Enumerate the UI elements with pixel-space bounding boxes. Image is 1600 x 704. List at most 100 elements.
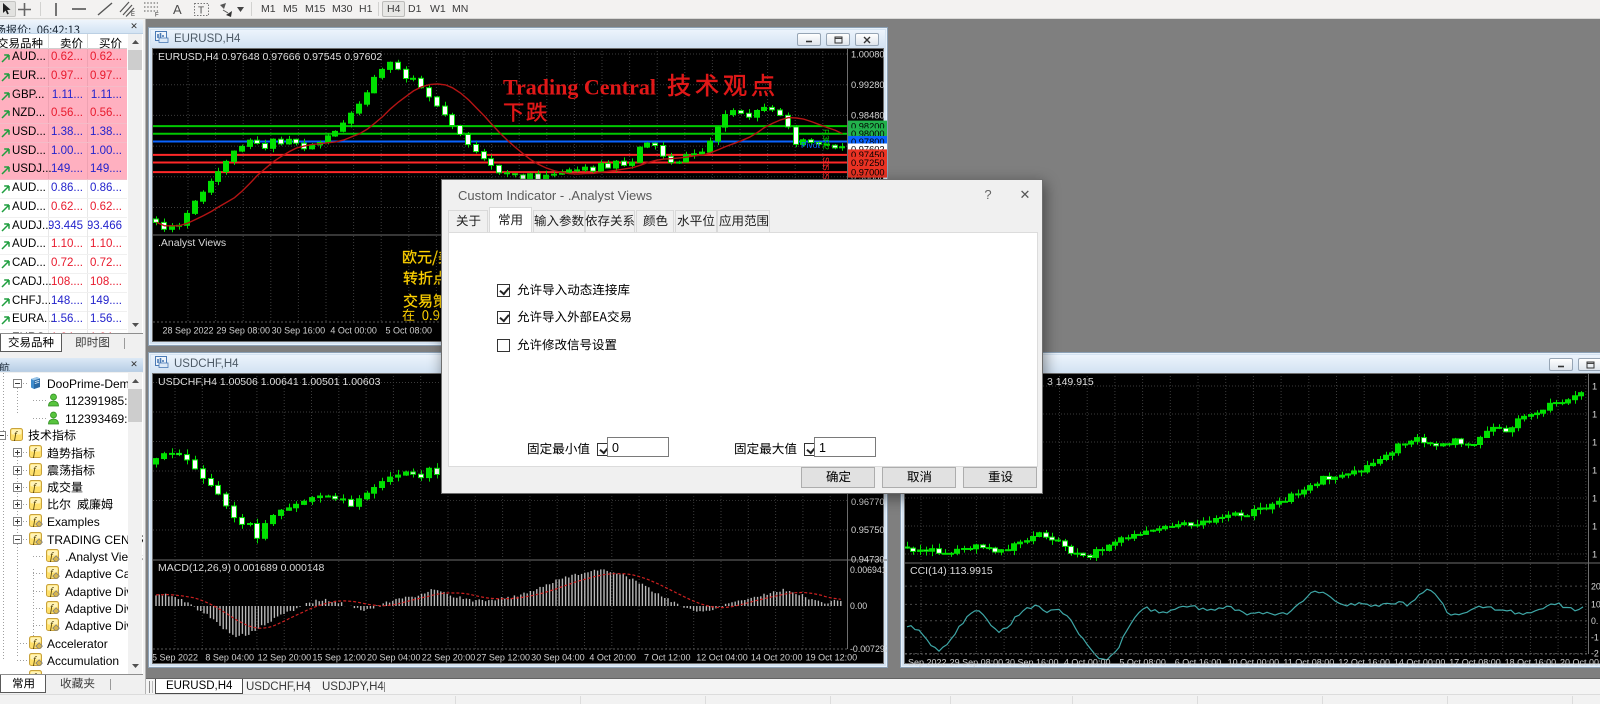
navigator-item-adaptive-div[interactable]: fAdaptive Div	[0, 600, 127, 617]
dialog-tab-colors[interactable]	[636, 210, 674, 232]
navigator-item-adaptive-div[interactable]: fAdaptive Div	[0, 617, 127, 634]
chart-tab-usdchf[interactable]: USDCHF,H4	[236, 679, 321, 694]
fixed-maximum-input[interactable]	[814, 437, 876, 457]
window-eurusd-titlebar[interactable]: EURUSD,H4	[151, 30, 885, 48]
dialog-tab-levels[interactable]	[675, 210, 717, 232]
timeframe-d1[interactable]: D1	[404, 1, 425, 17]
market-watch-row[interactable]: CADJ... 108.... 108....	[0, 274, 127, 293]
scrollbar-thumb[interactable]	[128, 389, 142, 422]
tab-favorites[interactable]	[50, 675, 104, 693]
scroll-up-icon[interactable]	[128, 34, 142, 50]
checkbox-allow-external-experts[interactable]	[497, 311, 510, 324]
market-watch-row[interactable]: CAD... 0.72... 0.72...	[0, 255, 127, 274]
navigator-scrollbar[interactable]	[128, 373, 142, 674]
tree-plus-icon[interactable]	[13, 483, 22, 492]
market-watch-row[interactable]: EUR... 0.97... 0.97...	[0, 68, 127, 87]
navigator-item-技术指标[interactable]: f	[0, 427, 127, 444]
tree-minus-icon[interactable]	[13, 535, 22, 544]
navigator-close-icon[interactable]: ✕	[129, 359, 139, 370]
arrows-tool-icon[interactable]	[216, 1, 236, 17]
timeframe-m30[interactable]: M30	[328, 1, 356, 17]
market-watch-close-icon[interactable]: ✕	[129, 21, 139, 32]
navigator-item-accelerator[interactable]: fAccelerator	[0, 635, 127, 652]
text-label-tool-icon[interactable]: T	[191, 1, 211, 17]
market-watch-row[interactable]: USDJ... 149.... 149....	[0, 161, 127, 180]
market-watch-header[interactable]: ✕	[0, 20, 143, 34]
market-watch-row[interactable]: EURA... 1.56... 1.56...	[0, 311, 127, 330]
tree-minus-icon[interactable]	[0, 431, 6, 440]
tree-plus-icon[interactable]	[13, 500, 22, 509]
window-close-button[interactable]	[855, 33, 879, 46]
text-tool-icon[interactable]: A	[168, 1, 188, 17]
vertical-line-tool-icon[interactable]	[46, 1, 66, 17]
market-watch-row[interactable]: AUDJ... 93.445 93.466	[0, 218, 127, 237]
reset-button[interactable]	[963, 467, 1037, 488]
window-restore-button[interactable]	[826, 33, 850, 46]
dialog-tab-about[interactable]	[448, 210, 488, 232]
market-watch-row[interactable]: AUD... 0.62... 0.62...	[0, 49, 127, 68]
timeframe-h4[interactable]: H4	[382, 1, 405, 17]
tab-symbols[interactable]	[0, 334, 62, 352]
window-minimize-button[interactable]	[1549, 358, 1573, 371]
navigator-item-examples[interactable]: fExamples	[0, 513, 127, 530]
dialog-tab-visualization[interactable]	[717, 210, 770, 232]
timeframe-m5[interactable]: M5	[279, 1, 302, 17]
navigator-item-成交量[interactable]: f	[0, 479, 127, 496]
horizontal-line-tool-icon[interactable]	[69, 1, 89, 17]
market-watch-row[interactable]: AUD... 1.10... 1.10...	[0, 236, 127, 255]
scrollbar-thumb[interactable]	[128, 50, 142, 70]
navigator-item-trading-central[interactable]: fTRADING CENTRAL	[0, 531, 127, 548]
market-watch-row[interactable]: USD... 1.38... 1.38...	[0, 124, 127, 143]
navigator-item-112391985-[interactable]: 112391985:	[0, 392, 127, 409]
timeframe-h1[interactable]: H1	[355, 1, 376, 17]
timeframe-m1[interactable]: M1	[257, 1, 280, 17]
window-minimize-button[interactable]	[797, 33, 821, 46]
crosshair-tool-icon[interactable]	[14, 1, 34, 17]
arrows-dropdown-icon[interactable]	[234, 1, 246, 17]
market-watch-row[interactable]: CHFJ... 148.... 149....	[0, 293, 127, 312]
timeframe-m15[interactable]: M15	[301, 1, 329, 17]
tree-plus-icon[interactable]	[13, 466, 22, 475]
timeframe-mn[interactable]: MN	[448, 1, 472, 17]
navigator-item-震荡指标[interactable]: f	[0, 462, 127, 479]
market-watch-row[interactable]: NZD... 0.56... 0.56...	[0, 105, 127, 124]
tree-plus-icon[interactable]	[13, 448, 22, 457]
scroll-down-icon[interactable]	[128, 658, 142, 674]
market-watch-column-header[interactable]	[0, 34, 127, 49]
timeframe-w1[interactable]: W1	[426, 1, 450, 17]
scroll-up-icon[interactable]	[128, 373, 142, 389]
dialog-close-icon[interactable]: ✕	[1017, 187, 1033, 203]
navigator-item-比尔-威廉姆[interactable]: f	[0, 496, 127, 513]
chart-tab-usdjpy[interactable]: USDJPY,H4	[312, 679, 394, 694]
dialog-tab-inputs[interactable]	[533, 210, 585, 232]
tab-common[interactable]	[0, 675, 46, 693]
navigator-item-adaptive-div[interactable]: fAdaptive Div	[0, 583, 127, 600]
navigator-header[interactable]: ✕	[0, 358, 143, 372]
trendline-tool-icon[interactable]	[95, 1, 115, 17]
market-watch-row[interactable]: AUD... 0.62... 0.62...	[0, 199, 127, 218]
market-watch-row[interactable]: USD... 1.00... 1.00...	[0, 143, 127, 162]
navigator-item-趋势指标[interactable]: f	[0, 444, 127, 461]
dialog-tab-common[interactable]	[489, 207, 532, 232]
navigator-item-112393469-[interactable]: 112393469:	[0, 410, 127, 427]
equidistant-channel-tool-icon[interactable]: E	[118, 1, 138, 17]
tree-minus-icon[interactable]	[13, 379, 22, 388]
market-watch-row[interactable]: AUD... 0.86... 0.86...	[0, 180, 127, 199]
fibonacci-tool-icon[interactable]: F	[142, 1, 162, 17]
custom-indicator-dialog[interactable]: Custom Indicator - .Analyst Views ? ✕	[441, 179, 1043, 494]
tree-plus-icon[interactable]	[13, 517, 22, 526]
dialog-help-icon[interactable]: ?	[980, 187, 996, 203]
scroll-down-icon[interactable]	[128, 317, 142, 333]
navigator-item--analyst-views[interactable]: f.Analyst Views	[0, 548, 127, 565]
checkbox-allow-dll-imports[interactable]	[497, 284, 510, 297]
window-restore-button[interactable]	[1578, 358, 1600, 371]
fixed-minimum-input[interactable]	[607, 437, 669, 457]
cancel-button[interactable]	[882, 467, 956, 488]
checkbox-allow-signals-modification[interactable]	[497, 339, 510, 352]
navigator-item-accumulation[interactable]: fAccumulation	[0, 652, 127, 669]
navigator-item-adaptive-can[interactable]: fAdaptive Can	[0, 565, 127, 582]
chart-tab-eurusd[interactable]: EURUSD,H4	[155, 679, 243, 694]
navigator-item-dooprime-demo[interactable]: DooPrime-Demo	[0, 375, 127, 392]
market-watch-scrollbar[interactable]	[128, 34, 142, 333]
dialog-tab-dependencies[interactable]	[585, 210, 635, 232]
